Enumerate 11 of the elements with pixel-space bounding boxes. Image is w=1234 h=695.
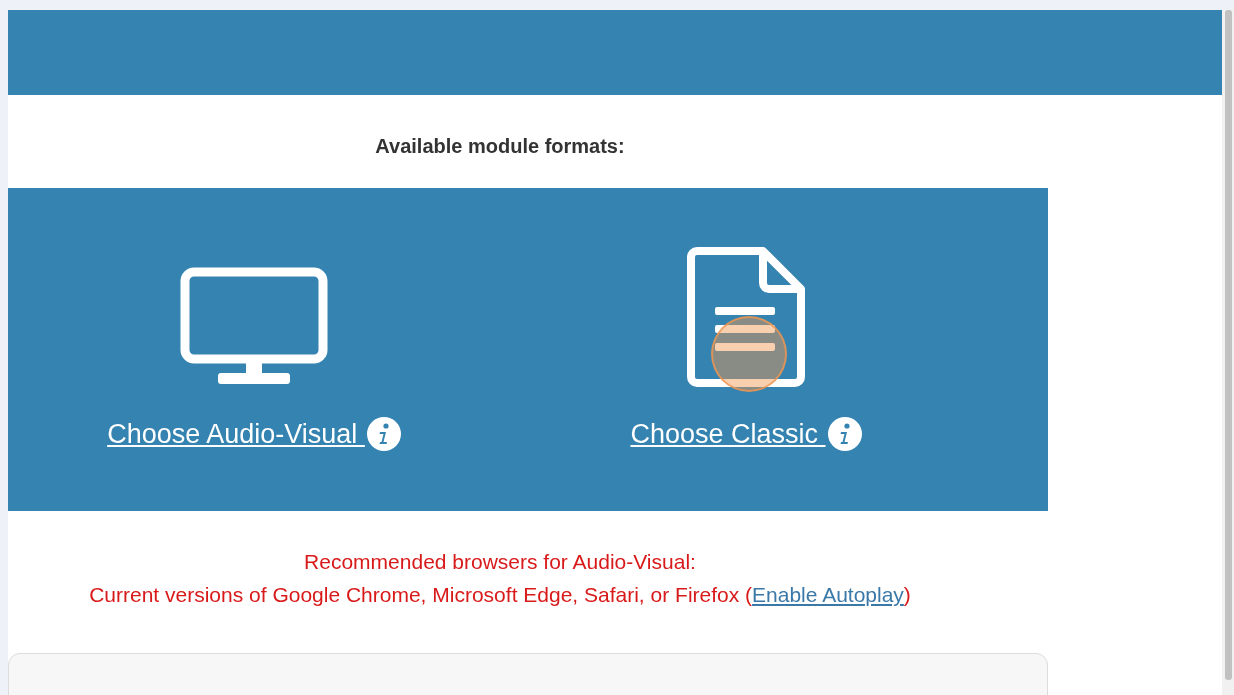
info-icon[interactable]: [366, 417, 401, 451]
choose-format-link[interactable]: Choose Audio-Visual: [107, 418, 365, 450]
section-heading: Available module formats:: [374, 135, 626, 159]
note-title: Recommended browsers for Audio-Visual:: [303, 549, 697, 575]
monitor-icon: [180, 267, 328, 387]
document-icon: [687, 247, 805, 387]
browser-note: Current versions of Google Chrome, Microsoft Edge, Safari, or Firefox (Enable Autoplay): [88, 582, 912, 608]
enable-autoplay-link[interactable]: Enable Autoplay: [752, 583, 904, 606]
scrollbar[interactable]: [1222, 10, 1234, 695]
info-icon[interactable]: [827, 417, 862, 451]
choose-format-link[interactable]: Choose Classic: [630, 418, 826, 450]
